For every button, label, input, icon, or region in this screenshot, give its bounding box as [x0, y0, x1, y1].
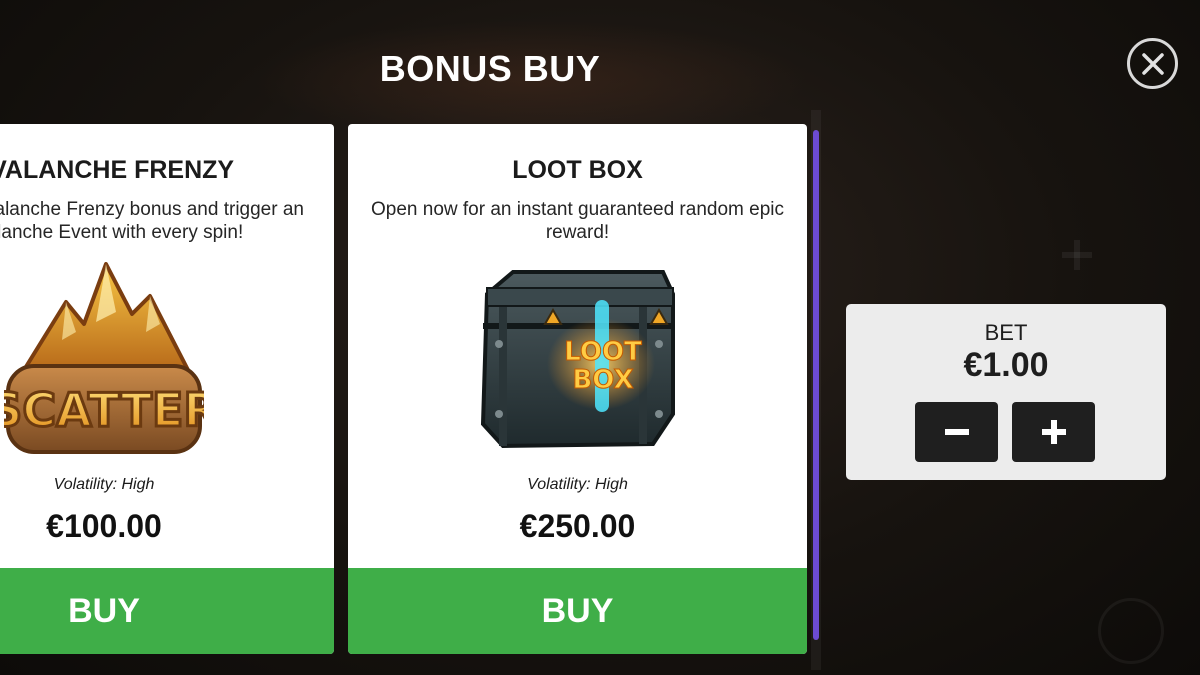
bet-value: €1.00: [963, 346, 1049, 384]
bet-panel: BET €1.00: [846, 304, 1166, 480]
bonus-card-avalanche-frenzy: AVALANCHE FRENZY Buy the Avalanche Frenz…: [0, 124, 334, 654]
card-price: €100.00: [46, 508, 162, 544]
loot-box-chest-icon: LOOT BOX: [480, 270, 675, 449]
background-plus-icon: [1062, 240, 1092, 270]
buy-button-avalanche-frenzy[interactable]: BUY: [0, 568, 334, 654]
scatter-mountain-icon: SCATTER: [4, 262, 204, 454]
bonus-cards-carousel[interactable]: AVALANCHE FRENZY Buy the Avalanche Frenz…: [0, 124, 812, 656]
card-description: Open now for an instant guaranteed rando…: [371, 199, 784, 243]
card-volatility: Volatility: High: [53, 476, 155, 493]
bet-increase-button[interactable]: [1012, 402, 1095, 462]
buy-button-loot-box[interactable]: BUY: [348, 568, 807, 654]
card-title: AVALANCHE FRENZY: [0, 156, 235, 184]
close-icon: [1141, 52, 1164, 75]
background-circle-icon: [1098, 598, 1164, 664]
bonus-card-loot-box: LOOT BOX Open now for an instant guarant…: [348, 124, 807, 654]
plus-icon: [1041, 420, 1066, 444]
card-volatility: Volatility: High: [527, 476, 628, 493]
card-price: €250.00: [519, 508, 636, 544]
minus-icon: [944, 429, 969, 435]
bet-decrease-button[interactable]: [915, 402, 998, 462]
bet-label: BET: [984, 320, 1028, 345]
loot-image-text-line2: BOX: [572, 365, 633, 395]
scatter-image-text: SCATTER: [4, 383, 204, 437]
modal-title: BONUS BUY: [379, 48, 601, 89]
scrollbar-thumb[interactable]: [813, 130, 819, 640]
loot-image-text-line1: LOOT: [564, 337, 642, 367]
card-description: Buy the Avalanche Frenzy bonus and trigg…: [0, 199, 304, 243]
card-title: LOOT BOX: [512, 156, 643, 184]
close-button[interactable]: [1127, 38, 1178, 89]
